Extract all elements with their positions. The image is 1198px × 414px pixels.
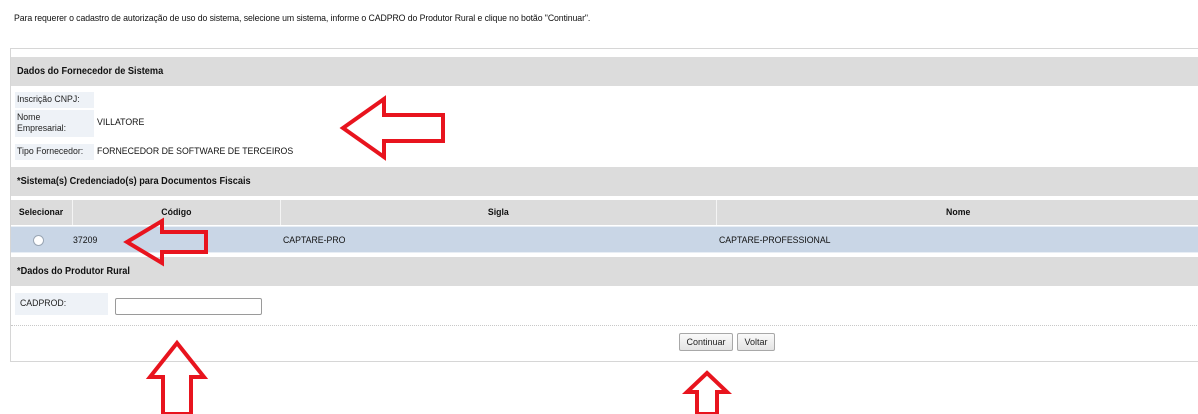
annotation-arrow-left-icon (123, 217, 208, 267)
produtor-section-title: *Dados do Produtor Rural (17, 266, 130, 277)
col-nome: Nome (945, 207, 971, 218)
annotation-arrow-up-icon (681, 370, 733, 414)
nome-empresarial-label: Nome Empresarial: (15, 110, 94, 137)
tipo-fornecedor-value: FORNECEDOR DE SOFTWARE DE TERCEIROS (97, 146, 294, 157)
fornecedor-section-title: Dados do Fornecedor de Sistema (17, 66, 164, 77)
cadprod-input[interactable] (115, 298, 262, 315)
col-sigla: Sigla (281, 200, 717, 225)
divider (11, 325, 1198, 326)
form-panel: Dados do Fornecedor de Sistema Inscrição… (10, 48, 1198, 362)
select-system-radio[interactable] (33, 235, 44, 246)
codigo-cell: 37209 (73, 235, 98, 246)
sigla-cell: CAPTARE-PRO (283, 235, 346, 246)
annotation-arrow-up-icon (145, 339, 209, 414)
voltar-button[interactable]: Voltar (737, 333, 775, 351)
nome-empresarial-value: VILLATORE (97, 117, 145, 128)
cadprod-label: CADPROD: (15, 293, 108, 315)
col-selecionar: Selecionar (11, 200, 73, 225)
tipo-fornecedor-label: Tipo Fornecedor: (15, 144, 94, 160)
continuar-button[interactable]: Continuar (679, 333, 733, 351)
sistemas-section-title: *Sistema(s) Credenciado(s) para Document… (17, 176, 251, 187)
annotation-arrow-left-icon (339, 95, 445, 161)
fornecedor-section-header: Dados do Fornecedor de Sistema (11, 57, 1198, 86)
sistemas-section-header: *Sistema(s) Credenciado(s) para Document… (11, 167, 1198, 196)
instructions-text: Para requerer o cadastro de autorização … (14, 13, 591, 24)
nome-cell: CAPTARE-PROFESSIONAL (719, 235, 831, 246)
cnpj-label: Inscrição CNPJ: (15, 92, 94, 108)
